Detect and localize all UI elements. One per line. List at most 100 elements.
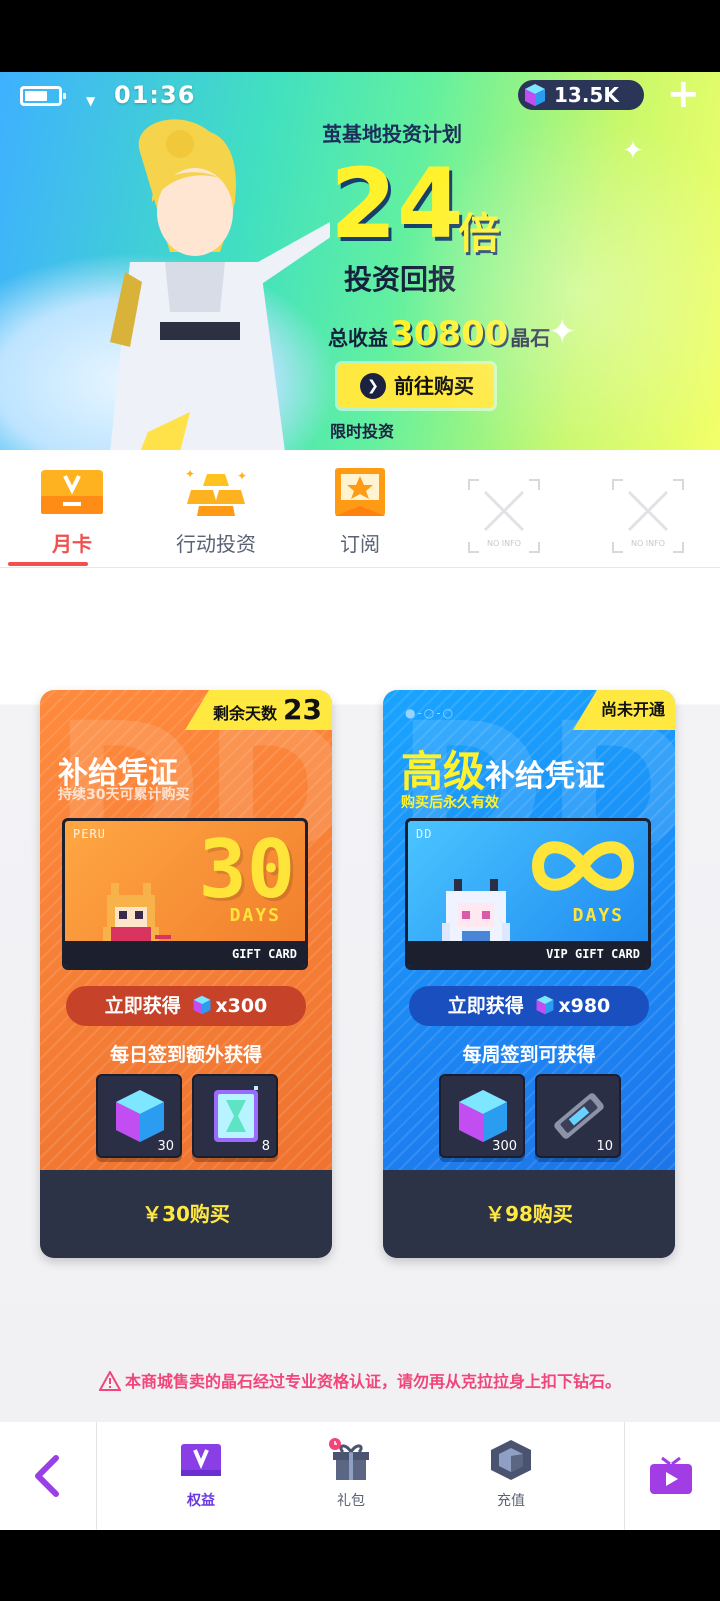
daily-reward-label: 每日签到额外获得 bbox=[109, 1044, 262, 1066]
svg-text:✦: ✦ bbox=[237, 469, 247, 483]
no-info-label: NO INFO bbox=[487, 539, 521, 548]
go-buy-button[interactable]: ❯ 前往购买 bbox=[338, 364, 494, 408]
signal-caret-icon: ▼ bbox=[86, 94, 96, 108]
reward-crystal[interactable]: 300 bbox=[439, 1074, 525, 1158]
limited-label: 限时投资 bbox=[330, 422, 395, 441]
instant-amount: x300 bbox=[215, 995, 268, 1017]
reward-hourglass[interactable]: 8 bbox=[192, 1074, 278, 1158]
card-subtitle: 持续30天可累计购买 bbox=[58, 787, 190, 803]
nav-gift-pack[interactable]: 礼包 bbox=[306, 1438, 396, 1518]
instant-reward-bar: 立即获得 x980 bbox=[409, 986, 649, 1026]
tv-play-icon[interactable] bbox=[648, 1456, 694, 1496]
gift-days-label: DAYS bbox=[572, 905, 624, 926]
infinity-icon bbox=[531, 841, 635, 891]
vip-gift-card-image: DD DAYS VIP GIFT CARD bbox=[405, 818, 651, 970]
no-info-placeholder-icon: NO INFO bbox=[612, 479, 684, 553]
nav-recharge[interactable]: 充值 bbox=[466, 1438, 556, 1518]
app-root: ▼ 01:36 13.5K + ✦ ✦ 茧基地投资计划 24 倍 投资回报 总收… bbox=[0, 0, 720, 1601]
cube-icon bbox=[491, 1440, 531, 1480]
badge-label: 剩余天数 bbox=[213, 704, 278, 723]
clock: 01:36 bbox=[114, 81, 196, 109]
tab-empty-slot: NO INFO bbox=[576, 450, 720, 568]
badge-value: 23 bbox=[283, 693, 322, 726]
battery-icon bbox=[20, 86, 66, 106]
reward-qty: 10 bbox=[596, 1139, 613, 1154]
divider bbox=[624, 1422, 625, 1530]
premium-supply-voucher-card[interactable]: DD ●-○-○ 尚未开通 高级补给凭证 购买后永久有效 DD DAYS VIP… bbox=[383, 690, 675, 1258]
subscribe-star-icon bbox=[335, 468, 385, 516]
total-prefix: 总收益 bbox=[328, 326, 388, 350]
bottom-nav: 权益 礼包 充值 bbox=[0, 1422, 720, 1530]
plan-title: 茧基地投资计划 bbox=[322, 122, 462, 146]
card-title: 高级补给凭证 bbox=[401, 747, 606, 796]
instant-label: 立即获得 bbox=[104, 995, 181, 1017]
tab-label: 行动投资 bbox=[176, 532, 256, 556]
total-earnings: 总收益 30800 晶石 bbox=[328, 314, 550, 354]
total-amount: 30800 bbox=[390, 314, 509, 354]
sparkle-icon: ✦ bbox=[548, 312, 577, 352]
crystal-balance-value: 13.5K bbox=[554, 83, 619, 107]
reward-ticket[interactable]: 10 bbox=[535, 1074, 621, 1158]
divider bbox=[96, 1422, 97, 1530]
nav-label: 礼包 bbox=[337, 1493, 365, 1509]
notice-text: 本商城售卖的晶石经过专业资格认证，请勿再从克拉拉身上扣下钻石。 bbox=[124, 1372, 621, 1391]
buy-30-button[interactable]: ￥30购买 bbox=[40, 1170, 332, 1258]
gift-days-number: 30 bbox=[198, 823, 295, 916]
go-buy-label: 前往购买 bbox=[394, 374, 474, 398]
tab-subscribe[interactable]: 订阅 bbox=[288, 450, 432, 568]
instant-label: 立即获得 bbox=[447, 995, 524, 1017]
gold-bars-icon: ✦ ✦ bbox=[185, 467, 247, 516]
nav-benefits[interactable]: 权益 bbox=[156, 1438, 246, 1518]
multiplier-unit: 倍 bbox=[458, 209, 501, 258]
back-arrow-icon[interactable] bbox=[28, 1452, 68, 1500]
tab-empty-slot: NO INFO bbox=[432, 450, 576, 568]
monthly-card-icon bbox=[41, 470, 103, 514]
crystal-icon bbox=[193, 995, 211, 1014]
crystal-icon bbox=[536, 995, 554, 1014]
dots-decoration: ●-○-○ bbox=[405, 706, 456, 720]
add-crystal-button[interactable]: + bbox=[666, 74, 700, 114]
crystal-icon bbox=[525, 84, 545, 106]
buy-98-button[interactable]: ￥98购买 bbox=[383, 1170, 675, 1258]
warning-icon bbox=[98, 1371, 121, 1391]
reward-qty: 8 bbox=[261, 1139, 270, 1154]
card-subtitle: 购买后永久有效 bbox=[401, 795, 499, 811]
sparkle-icon: ✦ bbox=[622, 136, 644, 166]
no-info-label: NO INFO bbox=[631, 539, 665, 548]
active-tab-indicator bbox=[8, 562, 88, 566]
return-label: 投资回报 bbox=[344, 263, 457, 296]
hourglass-chip-icon bbox=[214, 1086, 258, 1142]
supply-voucher-card[interactable]: DD 剩余天数 23 补给凭证 持续30天可累计购买 PERU 30 DAYS G… bbox=[40, 690, 332, 1258]
no-info-placeholder-icon: NO INFO bbox=[468, 479, 540, 553]
status-bar: ▼ 01:36 13.5K + bbox=[0, 72, 720, 120]
crystal-balance[interactable]: 13.5K bbox=[518, 80, 644, 110]
nav-label: 权益 bbox=[187, 1493, 215, 1509]
arrow-right-icon: ❯ bbox=[360, 373, 386, 399]
tab-monthly-card[interactable]: 月卡 bbox=[0, 450, 144, 568]
gift-brand: DD bbox=[416, 827, 433, 841]
v-card-icon bbox=[181, 1444, 221, 1476]
gift-card-strip: GIFT CARD bbox=[65, 941, 305, 967]
multiplier-value: 24 bbox=[330, 148, 464, 260]
tab-label: 订阅 bbox=[340, 532, 380, 556]
total-suffix: 晶石 bbox=[510, 326, 551, 350]
category-tabs: 月卡 ✦ ✦ 行动投资 订阅 NO INFO NO INFO bbox=[0, 450, 720, 568]
svg-text:✦: ✦ bbox=[185, 467, 195, 481]
system-nav-area bbox=[0, 1530, 720, 1601]
investment-banner[interactable]: ▼ 01:36 13.5K + ✦ ✦ 茧基地投资计划 24 倍 投资回报 总收… bbox=[0, 72, 720, 450]
gift-days-label: DAYS bbox=[229, 905, 281, 926]
reward-qty: 300 bbox=[492, 1139, 517, 1154]
gift-icon bbox=[329, 1438, 369, 1480]
store-notice: 本商城售卖的晶石经过专业资格认证，请勿再从克拉拉身上扣下钻石。 bbox=[0, 1368, 720, 1392]
gift-card-strip: VIP GIFT CARD bbox=[408, 941, 648, 967]
tab-label: 月卡 bbox=[52, 532, 92, 556]
reward-qty: 30 bbox=[157, 1139, 174, 1154]
reward-crystal[interactable]: 30 bbox=[96, 1074, 182, 1158]
gift-card-image: PERU 30 DAYS GIFT CARD bbox=[62, 818, 308, 970]
instant-amount: x980 bbox=[558, 995, 611, 1017]
heroine-illustration bbox=[110, 119, 330, 450]
tab-action-invest[interactable]: ✦ ✦ 行动投资 bbox=[144, 450, 288, 568]
gift-brand: PERU bbox=[73, 827, 106, 841]
remaining-days-badge: 剩余天数 23 bbox=[185, 690, 332, 730]
weekly-reward-label: 每周签到可获得 bbox=[462, 1044, 596, 1066]
